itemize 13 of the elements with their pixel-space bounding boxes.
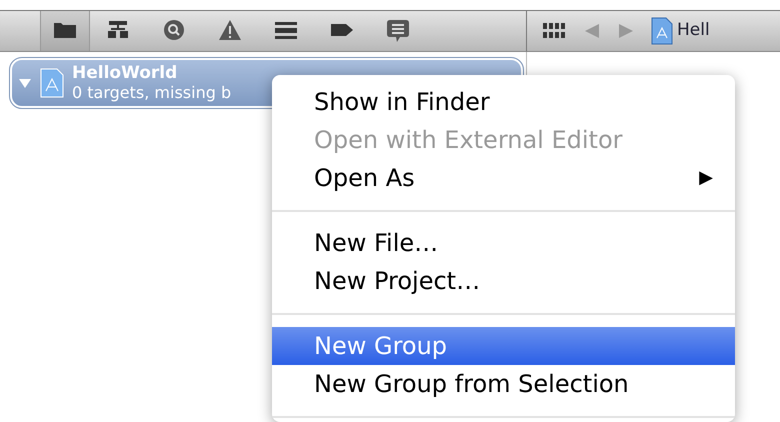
project-name: HelloWorld (72, 64, 178, 83)
menu-item[interactable]: Open As ▶ (272, 159, 735, 197)
breadcrumb-label[interactable]: Hell (677, 18, 710, 44)
grid-icon[interactable] (543, 22, 567, 40)
menu-item[interactable]: New File… (272, 224, 735, 262)
submenu-arrow: ▶ (699, 166, 714, 190)
menu-item[interactable]: New Group from Selection (272, 365, 735, 403)
menu-item[interactable]: New Project… (272, 262, 735, 300)
project-file-icon (651, 17, 673, 45)
project-file-icon (40, 68, 64, 98)
project-subtitle: 0 targets, missing b (72, 83, 232, 102)
menu-item[interactable]: New Group (272, 327, 735, 365)
folder-icon[interactable] (40, 11, 90, 51)
